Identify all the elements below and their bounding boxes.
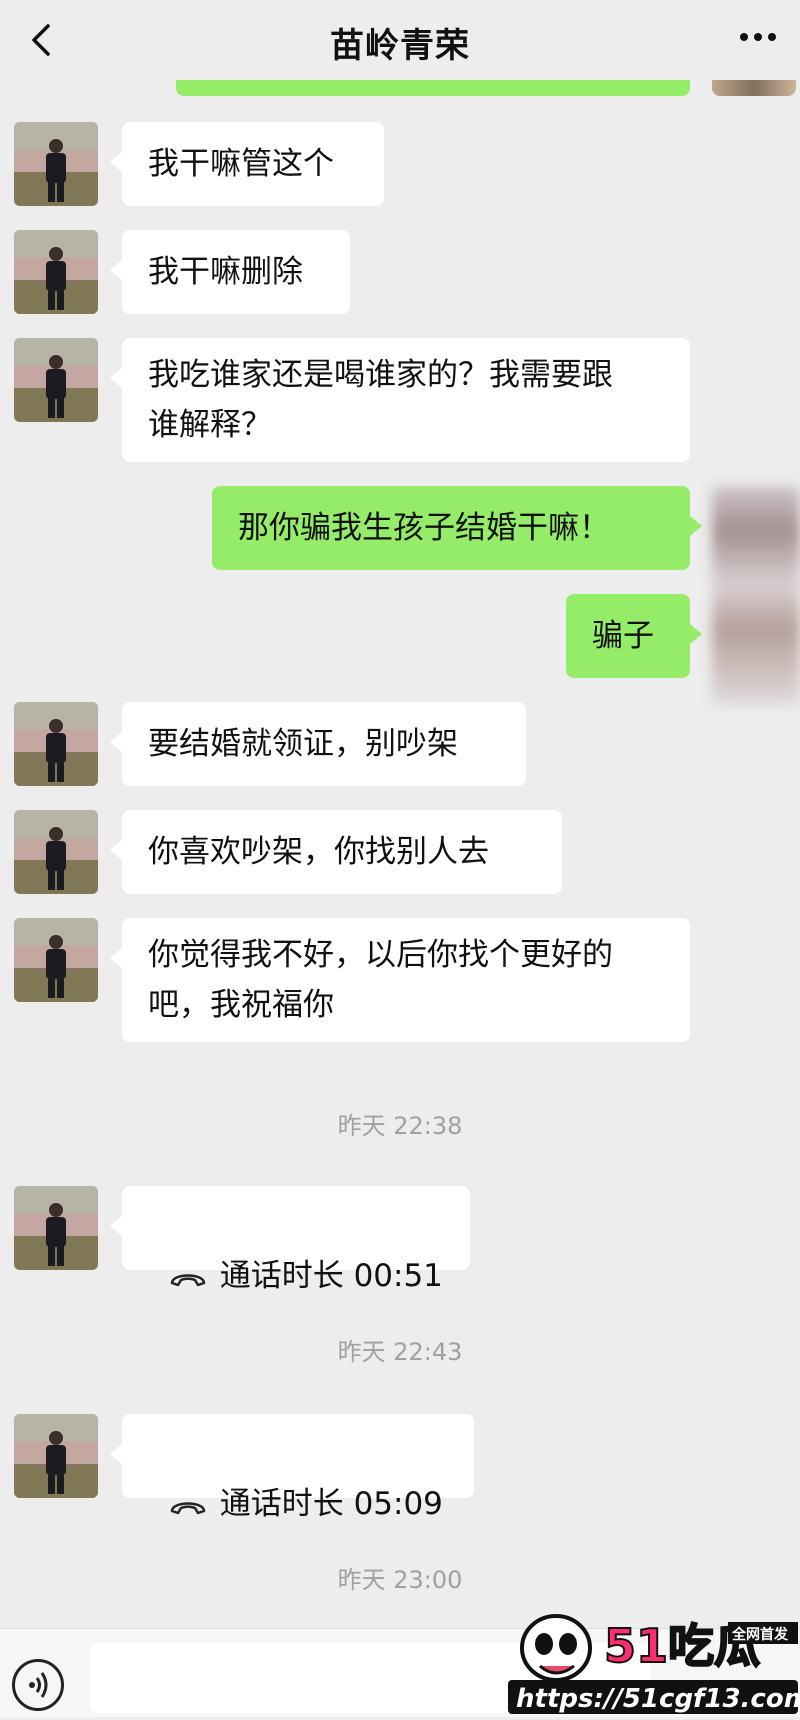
sent-message[interactable]: 那你骗我生孩子结婚干嘛！ [212, 486, 702, 570]
timestamp: 昨天 22:38 [337, 1112, 463, 1140]
contact-avatar[interactable] [14, 230, 98, 314]
contact-avatar[interactable] [14, 1186, 98, 1270]
timestamp: 昨天 23:00 [337, 1566, 463, 1594]
received-message[interactable]: 我吃谁家还是喝谁家的？我需要跟 谁解释？ [110, 338, 690, 462]
contact-avatar[interactable] [14, 338, 98, 422]
sent-message[interactable]: 骗子 [566, 594, 702, 678]
contact-avatar[interactable] [14, 810, 98, 894]
more-icon[interactable] [738, 26, 778, 48]
voice-input-button[interactable] [12, 1659, 64, 1711]
watermark-tag: 全网首发 [731, 1626, 789, 1643]
call-record[interactable]: 通话时长 00:51 [110, 1186, 470, 1294]
watermark-logo: 51吃瓜 全网首发 https://51cgf13.com [504, 1596, 800, 1716]
timestamp: 昨天 22:43 [337, 1338, 463, 1366]
received-message[interactable]: 我干嘛管这个 [110, 122, 384, 206]
received-message[interactable]: 我干嘛删除 [110, 230, 350, 314]
received-message[interactable]: 你觉得我不好，以后你找个更好的 吧，我祝福你 [110, 918, 690, 1042]
received-message[interactable]: 你喜欢吵架，你找别人去 [110, 810, 562, 894]
voice-icon [29, 1672, 48, 1698]
phone-icon [170, 1501, 205, 1514]
received-message[interactable]: 要结婚就领证，别吵架 [110, 702, 526, 786]
contact-avatar[interactable] [14, 1414, 98, 1498]
call-record[interactable]: 通话时长 05:09 [110, 1414, 474, 1522]
call-duration: 通话时长 05:09 [219, 1486, 443, 1522]
watermark-url: https://51cgf13.com [516, 1684, 800, 1714]
self-avatar[interactable] [712, 486, 800, 706]
phone-icon [170, 1273, 205, 1286]
call-duration: 通话时长 00:51 [219, 1258, 443, 1294]
contact-avatar[interactable] [14, 122, 98, 206]
chat-header: 苗岭青荣 [0, 0, 800, 80]
chat-title: 苗岭青荣 [330, 26, 470, 66]
contact-avatar[interactable] [14, 918, 98, 1002]
contact-avatar[interactable] [14, 702, 98, 786]
